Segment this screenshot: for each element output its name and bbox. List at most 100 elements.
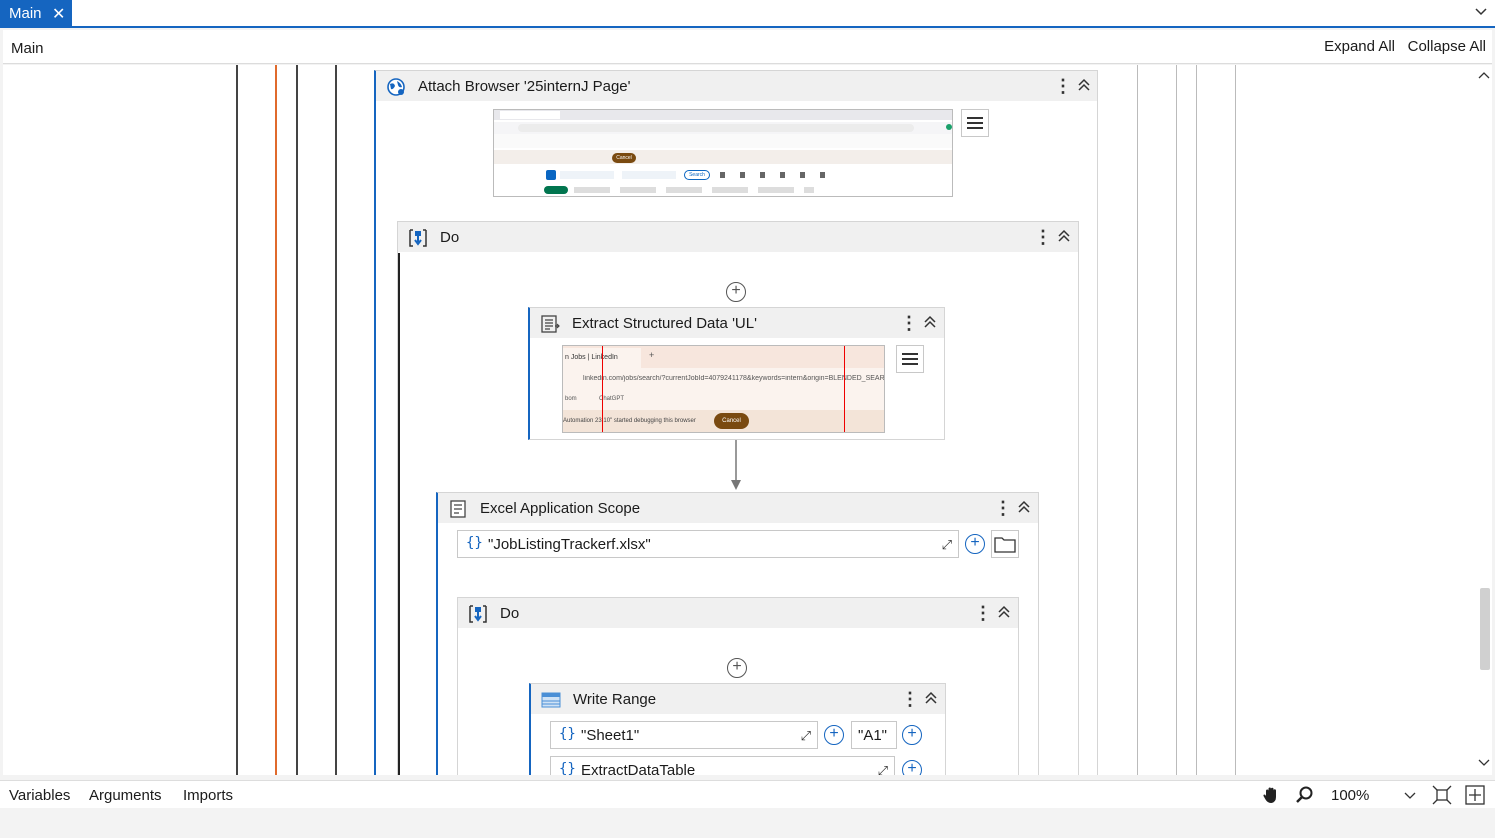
tab-main[interactable]: Main ✕ [0, 0, 72, 26]
more-options-icon[interactable]: ⋮ [901, 689, 919, 710]
activity-title: Attach Browser '25internJ Page' [418, 78, 631, 95]
activity-header: Attach Browser '25internJ Page' ⋮ [376, 71, 1097, 101]
table-extract-icon [541, 315, 560, 333]
selected-sequence-line [275, 65, 277, 775]
more-options-icon[interactable]: ⋮ [1034, 227, 1052, 248]
tab-main-label: Main [9, 4, 42, 22]
cancel-button: Cancel [612, 153, 636, 163]
expand-editor-icon[interactable]: ⤢ [878, 763, 888, 775]
sequence-line [1176, 65, 1177, 775]
collapse-icon[interactable] [922, 314, 938, 330]
activity-header: Extract Structured Data 'UL' ⋮ [530, 308, 944, 338]
start-cell-value: "A1" [858, 727, 887, 744]
sequence-icon [469, 605, 487, 623]
add-activity-icon[interactable]: + [727, 658, 747, 678]
excel-application-scope-activity[interactable]: Excel Application Scope ⋮ {} "JobListing… [436, 492, 1039, 775]
more-options-icon[interactable]: ⋮ [994, 498, 1012, 519]
add-variable-icon[interactable]: + [824, 725, 844, 745]
datatable-value: ExtractDataTable [581, 762, 696, 775]
activity-header: Excel Application Scope ⋮ [438, 493, 1038, 523]
scrollbar-thumb[interactable] [1480, 588, 1490, 670]
imports-tab[interactable]: Imports [183, 787, 233, 804]
extract-structured-data-activity[interactable]: Extract Structured Data 'UL' ⋮ n Jobs | … [528, 307, 945, 440]
chevron-down-icon[interactable] [1404, 792, 1416, 800]
globe-icon [387, 78, 405, 96]
close-icon[interactable]: ✕ [52, 4, 65, 24]
hamburger-menu-icon[interactable] [961, 109, 989, 137]
sequence-line [1235, 65, 1236, 775]
more-options-icon[interactable]: ⋮ [974, 603, 992, 624]
preview-bookmark-prefix: bom [565, 396, 577, 402]
collapse-icon[interactable] [923, 690, 939, 706]
do-sequence-inner[interactable]: Do ⋮ + Write Range ⋮ {} "Sheet1" ⤢ + "A1… [457, 597, 1019, 775]
scroll-down-icon[interactable] [1478, 759, 1490, 767]
sheet-name-value: "Sheet1" [581, 727, 640, 744]
hand-pan-icon[interactable] [1261, 785, 1281, 805]
chevron-down-icon[interactable] [1475, 4, 1487, 19]
more-options-icon[interactable]: ⋮ [900, 313, 918, 334]
collapse-icon[interactable] [1076, 77, 1092, 93]
workbook-path-field[interactable]: {} "JobListingTrackerf.xlsx" ⤢ [457, 530, 959, 558]
variables-tab[interactable]: Variables [9, 787, 70, 804]
arguments-tab[interactable]: Arguments [89, 787, 162, 804]
vertical-scrollbar[interactable] [1474, 65, 1492, 775]
workbook-path-value: "JobListingTrackerf.xlsx" [488, 536, 651, 553]
datatable-field[interactable]: {} ExtractDataTable ⤢ [550, 756, 895, 775]
designer-canvas[interactable]: Attach Browser '25internJ Page' ⋮ Cancel… [3, 65, 1492, 775]
activity-header: Write Range ⋮ [531, 684, 945, 714]
folder-icon [994, 537, 1016, 553]
collapse-icon[interactable] [1056, 228, 1072, 244]
extract-screenshot-preview: n Jobs | LinkedIn + linkedin.com/jobs/se… [562, 345, 885, 433]
add-variable-icon[interactable]: + [902, 725, 922, 745]
sequence-line [296, 65, 298, 775]
hamburger-menu-icon[interactable] [896, 345, 924, 373]
sequence-line [1196, 65, 1197, 775]
expression-icon: {} [466, 535, 483, 551]
write-range-icon [541, 692, 561, 708]
activity-title: Do [440, 229, 460, 246]
expression-icon: {} [559, 761, 576, 775]
activity-header: Do ⋮ [458, 598, 1018, 628]
cancel-button: Cancel [714, 413, 749, 429]
document-tabbar: Main ✕ [0, 0, 1495, 28]
activity-title: Extract Structured Data 'UL' [572, 315, 757, 332]
breadcrumb-bar: Main Expand All Collapse All [3, 30, 1492, 64]
overview-icon[interactable] [1465, 785, 1485, 805]
fit-to-screen-icon[interactable] [1432, 785, 1452, 805]
excel-icon [450, 500, 466, 518]
sequence-line [335, 65, 337, 775]
expression-icon: {} [559, 726, 576, 742]
collapse-icon[interactable] [996, 604, 1012, 620]
activity-title: Do [500, 605, 520, 622]
activity-title: Excel Application Scope [480, 500, 641, 517]
sequence-line [1137, 65, 1138, 775]
browser-screenshot-preview: Cancel Search [493, 109, 953, 197]
more-options-icon[interactable]: ⋮ [1054, 76, 1072, 97]
search-button: Search [684, 170, 710, 180]
attach-browser-activity[interactable]: Attach Browser '25internJ Page' ⋮ Cancel… [374, 70, 1098, 775]
activity-title: Write Range [573, 691, 657, 708]
browse-folder-button[interactable] [991, 530, 1019, 558]
zoom-search-icon[interactable] [1294, 785, 1314, 805]
start-cell-field[interactable]: "A1" [851, 721, 897, 749]
activity-header: Do ⋮ [398, 222, 1078, 252]
breadcrumb[interactable]: Main [11, 40, 44, 57]
write-range-activity[interactable]: Write Range ⋮ {} "Sheet1" ⤢ + "A1" + {} … [529, 683, 946, 775]
expand-all-button[interactable]: Expand All [1324, 38, 1395, 55]
sheet-name-field[interactable]: {} "Sheet1" ⤢ [550, 721, 818, 749]
scroll-up-icon[interactable] [1478, 71, 1490, 79]
expand-editor-icon[interactable]: ⤢ [801, 728, 811, 744]
collapse-all-button[interactable]: Collapse All [1408, 38, 1486, 55]
sequence-line [236, 65, 238, 775]
zoom-level[interactable]: 100% [1331, 787, 1369, 804]
do-sequence[interactable]: Do ⋮ + Extract Structured Data 'UL' ⋮ n … [397, 221, 1079, 775]
add-variable-icon[interactable]: + [965, 534, 985, 554]
flow-arrow [731, 440, 741, 490]
expand-editor-icon[interactable]: ⤢ [942, 537, 952, 553]
designer-statusbar: Variables Arguments Imports 100% [0, 780, 1495, 808]
add-variable-icon[interactable]: + [902, 760, 922, 775]
preview-debug-message: Automation 23.10" started debugging this… [563, 418, 696, 424]
preview-url: linkedin.com/jobs/search/?currentJobId=4… [583, 375, 885, 382]
add-activity-icon[interactable]: + [726, 282, 746, 302]
collapse-icon[interactable] [1016, 499, 1032, 515]
